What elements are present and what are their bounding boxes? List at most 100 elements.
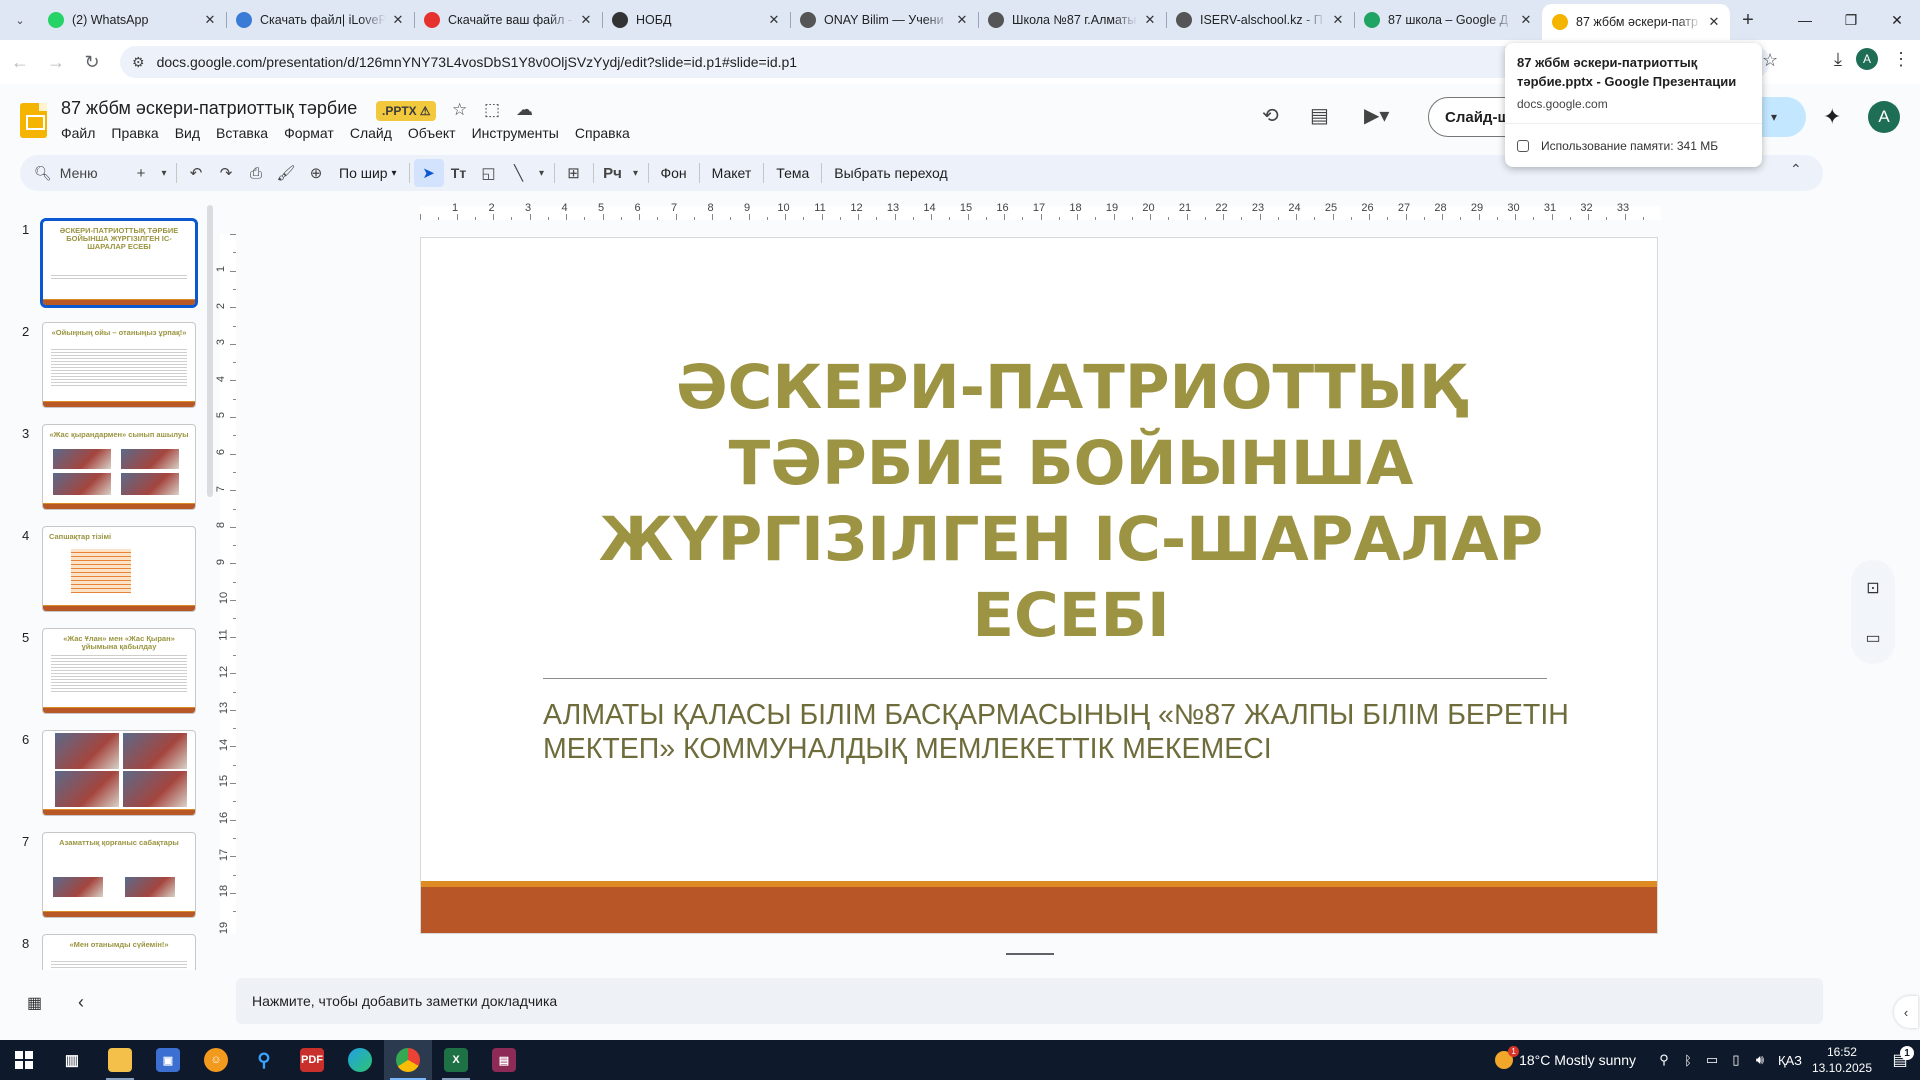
slide-thumbnail[interactable]: «Ойыңның ойы – отаныңыз ұрпақ!»	[42, 322, 196, 408]
zoom-dropdown[interactable]: По шир ▾	[331, 159, 405, 187]
slide-thumbnail[interactable]: «Жас Ұлан» мен «Жас Қыран» ұйымына қабыл…	[42, 628, 196, 714]
volume-icon[interactable]: 🔊︎	[1748, 1052, 1772, 1068]
browser-tab[interactable]: ONAY Bilim — Учени ✕	[790, 0, 978, 40]
microsoft-store-icon[interactable]: ▣	[144, 1040, 192, 1080]
system-clock[interactable]: 16:52 13.10.2025	[1812, 1044, 1872, 1076]
redo-icon[interactable]: ↷	[211, 159, 241, 187]
horizontal-ruler[interactable]: 1 2 3 4 5 6 7 8 9 10 11 12 13 14 15 16 17 18 19 20 21 22 23 24 2…	[236, 200, 1823, 220]
menu-item[interactable]: Справка	[567, 124, 638, 142]
input-language[interactable]: ҚАЗ	[1778, 1053, 1802, 1068]
close-tab-icon[interactable]: ✕	[390, 12, 406, 28]
line-tool-icon[interactable]: ╲	[504, 159, 534, 187]
bookmark-star-icon[interactable]: ☆	[1762, 50, 1778, 71]
browser-tab[interactable]: Школа №87 г.Алматы ✕	[978, 0, 1166, 40]
input-tools-icon[interactable]: Рч	[598, 159, 628, 187]
restore-icon[interactable]: ❐	[1828, 0, 1874, 40]
location-icon[interactable]: ⚲	[1652, 1052, 1676, 1068]
browser-tab[interactable]: 87 школа – Google Д ✕	[1354, 0, 1542, 40]
network-icon[interactable]: ▭	[1700, 1052, 1724, 1068]
slide-thumbnail[interactable]: ӘСКЕРИ-ПАТРИОТТЫҚ ТӘРБИЕ БОЙЫНША ЖҮРГІЗІ…	[40, 218, 198, 308]
new-slide-plus-icon[interactable]: +	[126, 159, 156, 187]
document-title[interactable]: 87 жббм әскери-патриоттық тәрбие	[61, 98, 357, 119]
line-dropdown-icon[interactable]: ▾	[534, 159, 550, 187]
start-button[interactable]	[0, 1040, 48, 1080]
forward-arrow-icon[interactable]: →	[40, 46, 72, 78]
maps-pin-icon[interactable]: ⚲	[240, 1040, 288, 1080]
gemini-sparkle-icon[interactable]: ✦	[1823, 104, 1841, 130]
print-icon[interactable]: ⎙	[241, 159, 271, 187]
reload-icon[interactable]: ↻	[76, 46, 108, 78]
speaker-notes[interactable]: Нажмите, чтобы добавить заметки докладчи…	[236, 978, 1823, 1024]
browser-menu-icon[interactable]: ⋮	[1892, 49, 1910, 70]
side-panel-expand-icon[interactable]: ‹	[1894, 996, 1918, 1028]
input-tools-dropdown-icon[interactable]: ▾	[628, 159, 644, 187]
menu-item[interactable]: Вид	[167, 124, 208, 142]
browser-tab[interactable]: 87 жббм әскери-патр ✕	[1542, 4, 1730, 40]
close-tab-icon[interactable]: ✕	[954, 12, 970, 28]
zoom-icon[interactable]: ⊕	[301, 159, 331, 187]
filmstrip-slide[interactable]: 2 «Ойыңның ойы – отаныңыз ұрпақ!»	[0, 302, 214, 408]
slide-canvas[interactable]: ӘСКЕРИ-ПАТРИОТТЫҚ ТӘРБИЕ БОЙЫНША ЖҮРГІЗІ…	[420, 237, 1658, 934]
version-history-icon[interactable]: ⟲	[1262, 103, 1279, 128]
menu-item[interactable]: Правка	[103, 124, 166, 142]
edge-browser-icon[interactable]	[336, 1040, 384, 1080]
account-avatar[interactable]: A	[1868, 101, 1900, 133]
layout-button[interactable]: Макет	[704, 159, 760, 187]
menu-item[interactable]: Файл	[61, 124, 103, 142]
select-cursor-icon[interactable]: ➤	[413, 159, 444, 187]
slide-thumbnail[interactable]	[42, 730, 196, 816]
browser-tab[interactable]: ISERV-alschool.kz - П ✕	[1166, 0, 1354, 40]
tab-search-chevron-icon[interactable]: ⌄	[8, 8, 32, 32]
meet-camera-icon[interactable]: ▶▾	[1364, 103, 1389, 128]
filmstrip-slide[interactable]: 1 ӘСКЕРИ-ПАТРИОТТЫҚ ТӘРБИЕ БОЙЫНША ЖҮРГІЗ…	[0, 200, 214, 308]
back-arrow-icon[interactable]: ←	[4, 46, 36, 78]
add-comment-icon[interactable]: ⊞	[559, 159, 589, 187]
slide-title[interactable]: ӘСКЕРИ-ПАТРИОТТЫҚ ТӘРБИЕ БОЙЫНША ЖҮРГІЗІ…	[571, 350, 1571, 654]
file-explorer-icon[interactable]	[96, 1040, 144, 1080]
filmstrip-slide[interactable]: 4 Сапшақтар тізімі	[0, 506, 214, 612]
slide-thumbnail[interactable]: «Жас қырандармен» сынып ашылуы	[42, 424, 196, 510]
undo-icon[interactable]: ↶	[181, 159, 211, 187]
battery-icon[interactable]: ▯	[1724, 1052, 1748, 1068]
transition-button[interactable]: Выбрать переход	[826, 159, 955, 187]
menu-item[interactable]: Инструменты	[464, 124, 567, 142]
slide-thumbnail[interactable]: Сапшақтар тізімі	[42, 526, 196, 612]
theme-button[interactable]: Тема	[768, 159, 817, 187]
browser-tab[interactable]: (2) WhatsApp ✕	[38, 0, 226, 40]
close-tab-icon[interactable]: ✕	[202, 12, 218, 28]
winrar-icon[interactable]: ▤	[480, 1040, 528, 1080]
text-box-icon[interactable]: Tт	[444, 159, 474, 187]
close-tab-icon[interactable]: ✕	[1518, 12, 1534, 28]
menu-item[interactable]: Объект	[400, 124, 464, 142]
filmstrip-slide[interactable]: 6	[0, 710, 214, 816]
browser-tab[interactable]: НОБД ✕	[602, 0, 790, 40]
bluetooth-icon[interactable]: ᛒ	[1676, 1053, 1700, 1068]
new-slide-dropdown-icon[interactable]: ▾	[156, 159, 172, 187]
notes-resize-handle[interactable]	[1006, 953, 1054, 955]
close-tab-icon[interactable]: ✕	[1330, 12, 1346, 28]
vertical-ruler[interactable]: 1 2 3 4 5 6 7 8 9 10 11 12 13 14 15 16 17 18 19	[214, 234, 236, 934]
menu-item[interactable]: Формат	[276, 124, 342, 142]
weather-widget[interactable]: 1 18°C Mostly sunny	[1495, 1046, 1636, 1069]
filmstrip-slide[interactable]: 5 «Жас Ұлан» мен «Жас Қыран» ұйымына қабы…	[0, 608, 214, 714]
menu-item[interactable]: Вставка	[208, 124, 276, 142]
close-tab-icon[interactable]: ✕	[578, 12, 594, 28]
chrome-browser-icon[interactable]	[384, 1040, 432, 1080]
google-slides-logo[interactable]	[20, 103, 47, 138]
close-tab-icon[interactable]: ✕	[1142, 12, 1158, 28]
comments-icon[interactable]: ▤	[1310, 103, 1329, 128]
notifications-icon[interactable]: ▤ 1	[1880, 1040, 1920, 1080]
close-tab-icon[interactable]: ✕	[1706, 14, 1722, 30]
new-tab-plus-icon[interactable]: +	[1730, 0, 1766, 40]
filmstrip-slide[interactable]: 8 «Мен отанымды сүйемін!»	[0, 914, 214, 970]
drive-folder-icon[interactable]: ▭	[1851, 616, 1895, 660]
close-tab-icon[interactable]: ✕	[766, 12, 782, 28]
filmstrip-scrollbar[interactable]	[207, 205, 213, 497]
pdf-app-icon[interactable]: PDF	[288, 1040, 336, 1080]
move-folder-icon[interactable]: ⬚	[484, 100, 500, 120]
download-icon[interactable]: ⤓	[1834, 49, 1842, 70]
browser-profile-avatar[interactable]: A	[1856, 48, 1878, 70]
background-button[interactable]: Фон	[653, 159, 695, 187]
grid-view-icon[interactable]: ▦	[27, 993, 42, 1013]
cloud-status-icon[interactable]: ☁	[516, 100, 533, 120]
